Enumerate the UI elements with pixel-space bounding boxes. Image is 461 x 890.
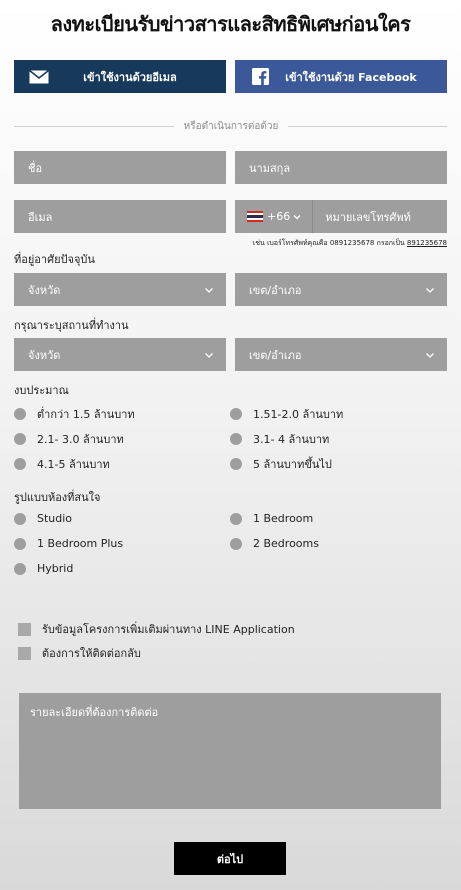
radio-button[interactable]	[230, 433, 242, 445]
room-type-option-label: Studio	[37, 512, 73, 525]
email-input[interactable]: อีเมล	[14, 200, 226, 233]
budget-option[interactable]: 2.1- 3.0 ล้านบาท	[14, 430, 124, 448]
radio-button[interactable]	[14, 537, 26, 550]
radio-button[interactable]	[230, 537, 242, 550]
workplace-district-value: เขต/อำเภอ	[249, 348, 302, 362]
budget-option[interactable]: ต่ำกว่า 1.5 ล้านบาท	[14, 405, 135, 423]
login-facebook-button[interactable]: เข้าใช้งานด้วย Facebook	[235, 60, 447, 93]
room-type-option[interactable]: 1 Bedroom	[230, 512, 313, 525]
radio-button[interactable]	[14, 562, 26, 575]
workplace-province-select[interactable]: จังหวัด	[14, 338, 226, 371]
or-divider-text: หรือดำเนินการต่อด้วย	[183, 121, 279, 132]
chevron-down-icon	[426, 287, 434, 293]
country-code-select[interactable]: +66	[267, 210, 302, 223]
radio-button[interactable]	[14, 408, 26, 420]
budget-option[interactable]: 4.1-5 ล้านบาท	[14, 455, 110, 473]
next-button[interactable]: ต่อไป	[174, 842, 286, 875]
radio-button[interactable]	[14, 458, 26, 470]
room-type-option[interactable]: 1 Bedroom Plus	[14, 537, 123, 550]
last-name-input[interactable]: นามสกุล	[235, 151, 447, 184]
phone-divider	[312, 200, 314, 233]
budget-option-label: 2.1- 3.0 ล้านบาท	[37, 433, 124, 446]
budget-option[interactable]: 1.51-2.0 ล้านบาท	[230, 405, 343, 423]
thailand-flag-icon	[247, 211, 263, 222]
workplace-district-select[interactable]: เขต/อำเภอ	[235, 338, 447, 371]
divider-left	[14, 126, 174, 127]
radio-button[interactable]	[230, 408, 242, 420]
phone-hint: เช่น เบอร์โทรศัพท์คุณคือ 0891235678 กรอก…	[200, 238, 447, 249]
facebook-icon	[235, 68, 285, 85]
divider-right	[288, 126, 447, 127]
workplace-province-value: จังหวัด	[28, 348, 61, 362]
login-facebook-label: เข้าใช้งานด้วย Facebook	[285, 70, 417, 84]
login-email-button[interactable]: เข้าใช้งานด้วยอีเมล	[14, 60, 226, 93]
contact-details-textarea[interactable]: รายละเอียดที่ต้องการติดต่อ	[19, 693, 441, 809]
radio-button[interactable]	[230, 512, 242, 525]
checkbox[interactable]	[18, 646, 31, 660]
radio-button[interactable]	[14, 512, 26, 525]
residence-province-select[interactable]: จังหวัด	[14, 273, 226, 306]
room-type-label: รูปแบบห้องที่สนใจ	[14, 491, 101, 504]
first-name-input[interactable]: ชื่อ	[14, 151, 226, 184]
residence-province-value: จังหวัด	[28, 283, 61, 297]
page-title: ลงทะเบียนรับข่าวสารและสิทธิพิเศษก่อนใคร	[50, 12, 411, 36]
chevron-down-icon	[205, 352, 213, 358]
checkbox[interactable]	[18, 622, 31, 636]
chevron-down-icon	[205, 287, 213, 293]
budget-option-label: ต่ำกว่า 1.5 ล้านบาท	[37, 408, 135, 421]
phone-field: +66 หมายเลขโทรศัพท์	[235, 200, 447, 233]
room-type-option[interactable]: Studio	[14, 512, 72, 525]
room-type-option-label: Hybrid	[37, 562, 74, 575]
residence-label: ที่อยู่อาศัยปัจจุบัน	[14, 253, 95, 266]
budget-option-label: 1.51-2.0 ล้านบาท	[253, 408, 344, 421]
phone-hint-example: 891235678	[406, 239, 447, 247]
room-type-option-label: 1 Bedroom Plus	[37, 537, 124, 550]
budget-option-label: 3.1- 4 ล้านบาท	[253, 433, 330, 446]
chevron-down-icon	[426, 352, 434, 358]
country-code-value: +66	[267, 210, 291, 223]
budget-option-label: 5 ล้านบาทขึ้นไป	[253, 458, 332, 471]
envelope-icon	[14, 69, 64, 84]
phone-hint-text: เช่น เบอร์โทรศัพท์คุณคือ 0891235678 กรอก…	[252, 239, 407, 247]
workplace-label: กรุณาระบุสถานที่ทำงาน	[14, 319, 129, 332]
line-consent-option[interactable]: รับข้อมูลโครงการเพิ่มเติมผ่านทาง LINE Ap…	[18, 620, 295, 638]
room-type-option[interactable]: Hybrid	[14, 562, 73, 575]
room-type-option-label: 1 Bedroom	[253, 512, 314, 525]
radio-button[interactable]	[14, 433, 26, 445]
budget-option[interactable]: 5 ล้านบาทขึ้นไป	[230, 455, 332, 473]
residence-district-select[interactable]: เขต/อำเภอ	[235, 273, 447, 306]
room-type-option-label: 2 Bedrooms	[253, 537, 319, 550]
line-consent-label: รับข้อมูลโครงการเพิ่มเติมผ่านทาง LINE Ap…	[42, 623, 295, 636]
budget-label: งบประมาณ	[14, 384, 69, 397]
callback-option[interactable]: ต้องการให้ติดต่อกลับ	[18, 644, 141, 662]
login-email-label: เข้าใช้งานด้วยอีเมล	[83, 70, 177, 84]
residence-district-value: เขต/อำเภอ	[249, 283, 302, 297]
callback-label: ต้องการให้ติดต่อกลับ	[42, 647, 141, 660]
budget-option[interactable]: 3.1- 4 ล้านบาท	[230, 430, 329, 448]
room-type-option[interactable]: 2 Bedrooms	[230, 537, 319, 550]
radio-button[interactable]	[230, 458, 242, 470]
phone-number-input[interactable]: หมายเลขโทรศัพท์	[325, 208, 411, 226]
budget-option-label: 4.1-5 ล้านบาท	[37, 458, 110, 471]
chevron-down-icon	[293, 214, 301, 219]
